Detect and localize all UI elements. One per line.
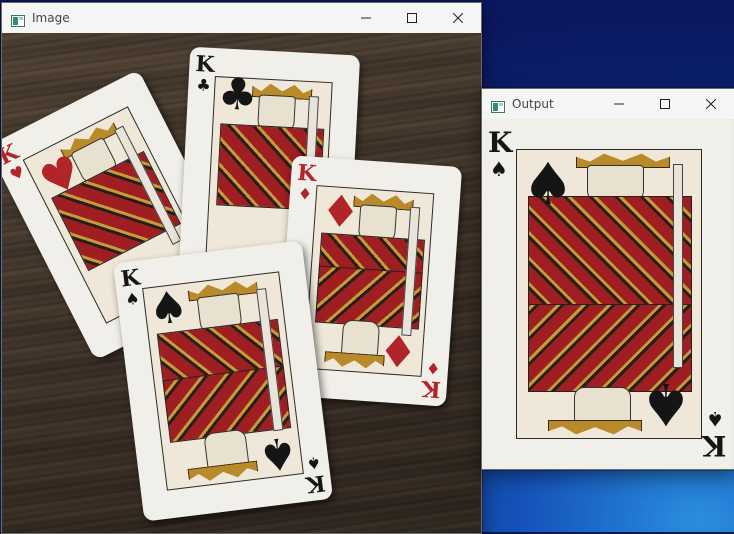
card-rank: K [194, 51, 216, 78]
card-rank: K [488, 126, 513, 159]
output-window[interactable]: Output K ♠ ♠ ♠ K ♠ [481, 88, 734, 470]
app-window-icon [11, 12, 25, 27]
image-window-title: Image [32, 11, 70, 25]
card-suit-pip-bottom: ♠ [706, 407, 724, 431]
card-rank-bottom: K [420, 374, 442, 403]
card-suit-pip-bottom: ♦ [425, 358, 441, 379]
image-window[interactable]: Image ♥ K ♥ K ♣ ♣ K ♦ ♦ ♦ K ♦ K ♠ ♠ ♠ K … [1, 2, 482, 534]
card-large-suit: ♣ [216, 68, 259, 122]
card-large-suit-bottom: ♠ [254, 425, 301, 482]
card-king-of-spades: K ♠ ♠ ♠ K ♠ [112, 240, 334, 522]
card-suit-pip-bottom: ♠ [305, 452, 322, 474]
card-rank: K [296, 159, 318, 188]
image-close-button[interactable] [435, 3, 481, 33]
card-rank: K [119, 264, 142, 293]
card-large-suit-bottom: ♦ [376, 322, 420, 377]
card-large-suit: ♠ [522, 150, 574, 218]
maximize-icon [407, 13, 417, 23]
minimize-icon [361, 17, 371, 19]
close-icon [453, 13, 463, 23]
minimize-icon [614, 103, 624, 105]
card-rank-bottom: K [304, 469, 327, 498]
card-suit-pip: ♣ [195, 75, 212, 95]
card-large-suit: ♠ [145, 280, 192, 337]
output-close-button[interactable] [688, 89, 734, 119]
maximize-icon [660, 99, 670, 109]
image-window-titlebar[interactable]: Image [2, 3, 481, 33]
image-maximize-button[interactable] [389, 3, 435, 33]
output-window-title: Output [512, 97, 554, 111]
card-suit-pip: ♥ [6, 161, 29, 185]
card-king-of-spades-warped: K ♠ ♠ ♠ K ♠ [482, 119, 732, 469]
app-window-icon [491, 98, 505, 113]
card-large-suit: ♦ [318, 185, 362, 240]
card-suit-pip: ♦ [297, 183, 313, 204]
output-maximize-button[interactable] [642, 89, 688, 119]
close-icon [706, 99, 716, 109]
output-minimize-button[interactable] [596, 89, 642, 119]
image-minimize-button[interactable] [343, 3, 389, 33]
card-suit-pip: ♠ [490, 157, 508, 181]
output-canvas: K ♠ ♠ ♠ K ♠ [482, 119, 734, 469]
card-large-suit-bottom: ♠ [640, 370, 692, 438]
card-suit-pip: ♠ [124, 288, 141, 310]
image-canvas: ♥ K ♥ K ♣ ♣ K ♦ ♦ ♦ K ♦ K ♠ ♠ ♠ K ♠ [2, 33, 481, 533]
card-rank-bottom: K [701, 429, 726, 462]
output-window-titlebar[interactable]: Output [482, 89, 734, 119]
